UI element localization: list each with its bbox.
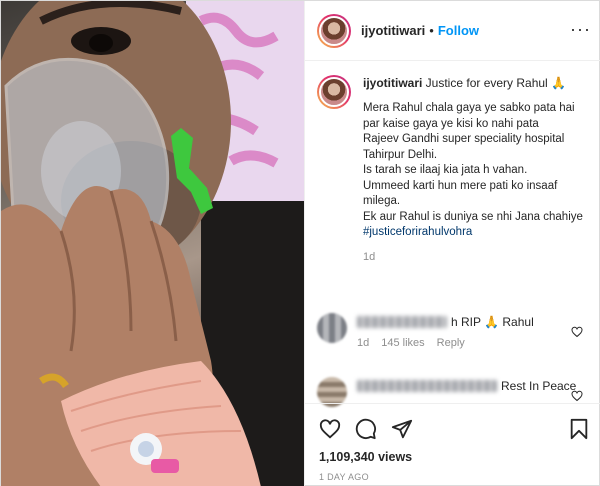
post-actions: 1,109,340 views 1 DAY AGO [304,403,600,486]
separator-dot: • [429,23,434,38]
reply-button[interactable]: Reply [437,337,465,349]
follow-button[interactable]: Follow [438,23,479,38]
comment-text: h RIP 🙏 Rahul [450,315,534,329]
bookmark-icon[interactable] [569,418,589,445]
caption-avatar[interactable] [316,75,351,109]
comment-time: 1d [356,337,370,349]
comment-item: h RIP 🙏 Rahul 1d 145 likes Reply [316,313,593,349]
share-icon[interactable] [391,418,413,445]
view-count[interactable]: 1,109,340 views [319,450,412,464]
post-caption: ijyotitiwari Justice for every Rahul 🙏 M… [316,75,593,263]
post-header: ijyotitiwari • Follow ··· [304,1,600,61]
avatar[interactable] [316,13,351,48]
post-age: 1 DAY AGO [318,472,369,482]
caption-timestamp: 1d [362,250,376,263]
heart-icon[interactable] [319,418,341,445]
blurred-username [356,316,447,328]
post-photo[interactable] [1,1,304,486]
more-icon[interactable]: ··· [570,19,591,40]
header-username[interactable]: ijyotitiwari [361,23,425,38]
comment-likes[interactable]: 145 likes [381,337,424,349]
comment-text: Rest In Peace [500,379,577,393]
comment-like-icon[interactable] [571,325,583,343]
comment-icon[interactable] [355,418,377,445]
post-sidebar: ijyotitiwari • Follow ··· ijyotitiwari J… [303,1,600,486]
photo-illustration [1,1,304,486]
blurred-username [356,380,497,392]
comment-avatar[interactable] [316,313,347,343]
caption-hashtag[interactable]: #justiceforirahulvohra [363,225,589,241]
instagram-post: ijyotitiwari • Follow ··· ijyotitiwari J… [0,0,600,486]
caption-text: Mera Rahul chala gaya ye sabko pata hai … [362,102,583,223]
caption-title: Justice for every Rahul 🙏 [425,76,566,90]
caption-username[interactable]: ijyotitiwari [363,76,422,90]
